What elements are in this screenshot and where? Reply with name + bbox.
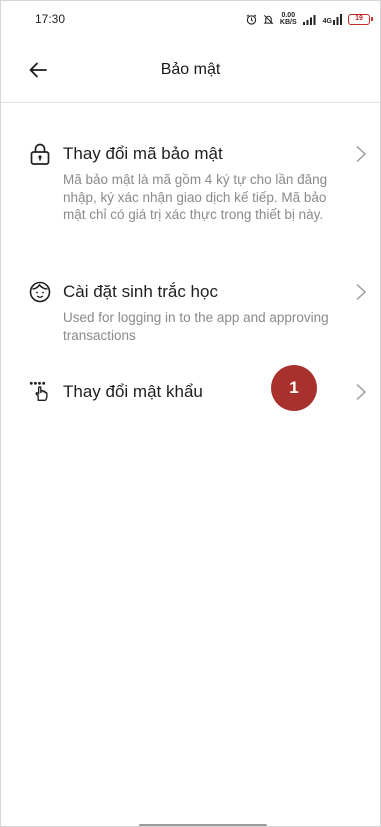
chevron-right-icon	[354, 145, 368, 163]
status-icons: 0.00 KB/S 4G 19	[246, 12, 373, 26]
menu-item-change-password[interactable]: Thay đổi mật khẩu	[29, 381, 368, 409]
menu-item-title: Cài đặt sinh trắc học	[63, 282, 218, 301]
signal-4g-icon	[333, 13, 342, 25]
chevron-right-icon	[354, 383, 368, 401]
menu-item-title: Thay đổi mật khẩu	[63, 382, 203, 401]
face-icon	[29, 281, 51, 303]
phone-screen: 17:30 0.00 KB/S 4G 19 Bảo mật Thay đổi m…	[0, 0, 381, 827]
network-type-label: 4G	[322, 17, 332, 25]
alarm-icon	[246, 14, 257, 25]
network-speed-value: 0.00	[281, 12, 296, 19]
menu-item-description: Mã bảo mật là mã gồm 4 ký tự cho lần đăn…	[63, 172, 328, 222]
menu-item-description: Used for logging in to the app and appro…	[63, 310, 329, 343]
password-touch-icon	[29, 381, 51, 403]
chevron-right-icon	[354, 283, 368, 301]
battery-level: 19	[355, 14, 363, 22]
menu-item-title: Thay đổi mã bảo mật	[63, 144, 223, 163]
menu-item-change-security-code[interactable]: Thay đổi mã bảo mật Mã bảo mật là mã gồm…	[29, 143, 368, 243]
menu-item-biometric-settings[interactable]: Cài đặt sinh trắc học Used for logging i…	[29, 281, 368, 347]
status-time: 17:30	[35, 12, 66, 26]
network-speed: 0.00 KB/S	[280, 12, 297, 26]
page-title: Bảo mật	[160, 61, 221, 78]
app-bar: Bảo mật	[1, 37, 380, 103]
mute-bell-icon	[263, 14, 274, 25]
lock-icon	[29, 143, 51, 165]
network-speed-unit: KB/S	[279, 19, 297, 26]
signal-icon	[302, 14, 317, 25]
network-type-signal: 4G	[322, 13, 342, 25]
battery-icon: 19	[348, 13, 373, 25]
step-number-badge: 1	[271, 365, 317, 411]
status-bar: 17:30 0.00 KB/S 4G 19	[1, 1, 380, 37]
